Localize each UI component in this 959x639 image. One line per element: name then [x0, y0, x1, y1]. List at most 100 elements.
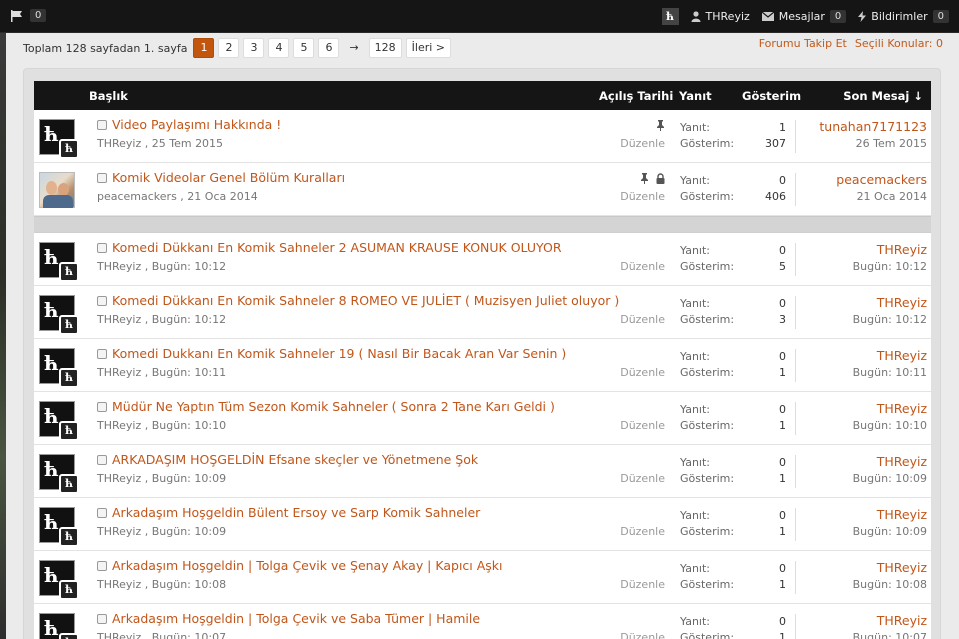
edit-link[interactable]: Düzenle	[620, 631, 665, 639]
thread-author-link[interactable]: THReyiz	[97, 472, 141, 485]
last-post-user-link[interactable]: THReyiz	[877, 560, 927, 575]
thread-select-checkbox[interactable]	[97, 243, 107, 253]
views-count: 1	[779, 472, 786, 485]
thread-row[interactable]: ћћ Komedi Dükkanı En Komik Sahneler 2 AS…	[34, 233, 931, 286]
last-post-user-link[interactable]: THReyiz	[877, 507, 927, 522]
edit-link[interactable]: Düzenle	[620, 472, 665, 485]
last-post-user-link[interactable]: peacemackers	[836, 172, 927, 187]
thread-select-checkbox[interactable]	[97, 561, 107, 571]
avatar[interactable]: ћћ	[39, 454, 79, 494]
avatar[interactable]: ћћ	[39, 119, 79, 159]
thread-row[interactable]: ћћ Komedi Dükkanı En Komik Sahneler 8 RO…	[34, 286, 931, 339]
column-opened[interactable]: Açılış Tarihi	[599, 89, 673, 103]
thread-author-link[interactable]: THReyiz	[97, 366, 141, 379]
thread-select-checkbox[interactable]	[97, 508, 107, 518]
page-link-4[interactable]: 4	[268, 38, 290, 58]
avatar[interactable]: ћћ	[39, 401, 79, 441]
edit-link[interactable]: Düzenle	[620, 578, 665, 591]
last-post-user-link[interactable]: THReyiz	[877, 401, 927, 416]
follow-forum-link[interactable]: Forumu Takip Et	[759, 37, 847, 50]
thread-title-link[interactable]: Komedi Dükkanı En Komik Sahneler 2 ASUMA…	[112, 240, 562, 255]
thread-row[interactable]: ћћ Arkadaşım Hoşgeldin | Tolga Çevik ve …	[34, 604, 931, 639]
page-link-2[interactable]: 2	[218, 38, 240, 58]
edit-link[interactable]: Düzenle	[620, 313, 665, 326]
avatar[interactable]: ћћ	[39, 242, 79, 282]
alerts-menu[interactable]: Bildirimler 0	[858, 10, 949, 23]
last-post-date: 21 Oca 2014	[856, 190, 927, 203]
edit-link[interactable]: Düzenle	[620, 137, 665, 150]
thread-author-link[interactable]: THReyiz	[97, 137, 141, 150]
thread-author-link[interactable]: THReyiz	[97, 578, 141, 591]
thread-title-link[interactable]: ARKADAŞIM HOŞGELDİN Efsane skeçler ve Yö…	[112, 452, 478, 467]
page-link-6[interactable]: 6	[318, 38, 340, 58]
next-page-button[interactable]: İleri >	[405, 38, 452, 58]
thread-select-checkbox[interactable]	[97, 296, 107, 306]
thread-select-checkbox[interactable]	[97, 455, 107, 465]
thread-title-link[interactable]: Video Paylaşımı Hakkında !	[112, 117, 281, 132]
thread-title-link[interactable]: Müdür Ne Yaptın Tüm Sezon Komik Sahneler…	[112, 399, 555, 414]
thread-date: , Bugün: 10:09	[141, 525, 227, 538]
thread-author-link[interactable]: THReyiz	[97, 631, 141, 639]
thread-select-checkbox[interactable]	[97, 614, 107, 624]
last-post-user-link[interactable]: THReyiz	[877, 613, 927, 628]
thread-select-checkbox[interactable]	[97, 402, 107, 412]
column-replies[interactable]: Yanıt	[679, 89, 712, 103]
thread-author-link[interactable]: THReyiz	[97, 313, 141, 326]
edit-link[interactable]: Düzenle	[620, 190, 665, 203]
column-last-post[interactable]: Son Mesaj ↓	[843, 89, 923, 103]
last-post-user-link[interactable]: THReyiz	[877, 242, 927, 257]
last-post-user-link[interactable]: THReyiz	[877, 454, 927, 469]
edit-link[interactable]: Düzenle	[620, 366, 665, 379]
thread-row[interactable]: ћћ Arkadaşım Hoşgeldin | Tolga Çevik ve …	[34, 551, 931, 604]
thread-title-link[interactable]: Arkadaşım Hoşgeldin | Tolga Çevik ve Sab…	[112, 611, 480, 626]
thread-title-link[interactable]: Arkadaşım Hoşgeldin Bülent Ersoy ve Sarp…	[112, 505, 480, 520]
thread-row[interactable]: ћћ Arkadaşım Hoşgeldin Bülent Ersoy ve S…	[34, 498, 931, 551]
page-link-last[interactable]: 128	[368, 38, 402, 58]
thread-author-link[interactable]: peacemackers	[97, 190, 177, 203]
avatar[interactable]: ћћ	[39, 613, 79, 639]
page-link-3[interactable]: 3	[243, 38, 265, 58]
avatar[interactable]: ћћ	[39, 295, 79, 335]
replies-label: Yanıt:	[680, 297, 710, 310]
avatar-logo-badge: ћ	[59, 474, 79, 494]
column-title[interactable]: Başlık	[89, 89, 128, 103]
thread-title-link[interactable]: Komik Videolar Genel Bölüm Kuralları	[112, 170, 345, 185]
avatar-logo-badge: ћ	[59, 315, 79, 335]
thread-title-link[interactable]: Komedi Dükkanı En Komik Sahneler 8 ROMEO…	[112, 293, 619, 308]
selected-threads-link[interactable]: Seçili Konular: 0	[855, 37, 943, 50]
views-count: 1	[779, 631, 786, 639]
last-post-user-link[interactable]: THReyiz	[877, 348, 927, 363]
thread-select-checkbox[interactable]	[97, 173, 107, 183]
page-link-5[interactable]: 5	[293, 38, 315, 58]
thread-select-checkbox[interactable]	[97, 349, 107, 359]
user-menu[interactable]: THReyiz	[691, 10, 750, 23]
avatar[interactable]: ћћ	[39, 507, 79, 547]
avatar[interactable]: ћћ	[39, 348, 79, 388]
thread-author-link[interactable]: THReyiz	[97, 419, 141, 432]
page-jump-arrow[interactable]: →	[343, 38, 364, 58]
thread-row[interactable]: Komik Videolar Genel Bölüm Kuralları pea…	[34, 163, 931, 216]
thread-row[interactable]: ћћ Video Paylaşımı Hakkında ! THReyiz , …	[34, 110, 931, 163]
last-post-user-link[interactable]: THReyiz	[877, 295, 927, 310]
replies-label: Yanıt:	[680, 121, 710, 134]
site-logo-icon[interactable]: ћ	[661, 8, 679, 25]
column-views[interactable]: Gösterim	[742, 89, 801, 103]
thread-select-checkbox[interactable]	[97, 120, 107, 130]
thread-author-link[interactable]: THReyiz	[97, 260, 141, 273]
edit-link[interactable]: Düzenle	[620, 260, 665, 273]
thread-row[interactable]: ћћ Komedi Dukkanı En Komik Sahneler 19 (…	[34, 339, 931, 392]
last-post-user-link[interactable]: tunahan7171123	[819, 119, 927, 134]
page-link-1[interactable]: 1	[193, 38, 215, 58]
edit-link[interactable]: Düzenle	[620, 525, 665, 538]
messages-menu[interactable]: Mesajlar 0	[761, 10, 847, 23]
column-divider	[795, 508, 796, 541]
avatar[interactable]: ћћ	[39, 560, 79, 600]
thread-author-link[interactable]: THReyiz	[97, 525, 141, 538]
edit-link[interactable]: Düzenle	[620, 419, 665, 432]
thread-row[interactable]: ћћ Müdür Ne Yaptın Tüm Sezon Komik Sahne…	[34, 392, 931, 445]
thread-row[interactable]: ћћ ARKADAŞIM HOŞGELDİN Efsane skeçler ve…	[34, 445, 931, 498]
flag-menu[interactable]: 0	[10, 9, 47, 22]
thread-title-link[interactable]: Komedi Dukkanı En Komik Sahneler 19 ( Na…	[112, 346, 566, 361]
avatar[interactable]	[39, 172, 75, 208]
thread-title-link[interactable]: Arkadaşım Hoşgeldin | Tolga Çevik ve Şen…	[112, 558, 503, 573]
